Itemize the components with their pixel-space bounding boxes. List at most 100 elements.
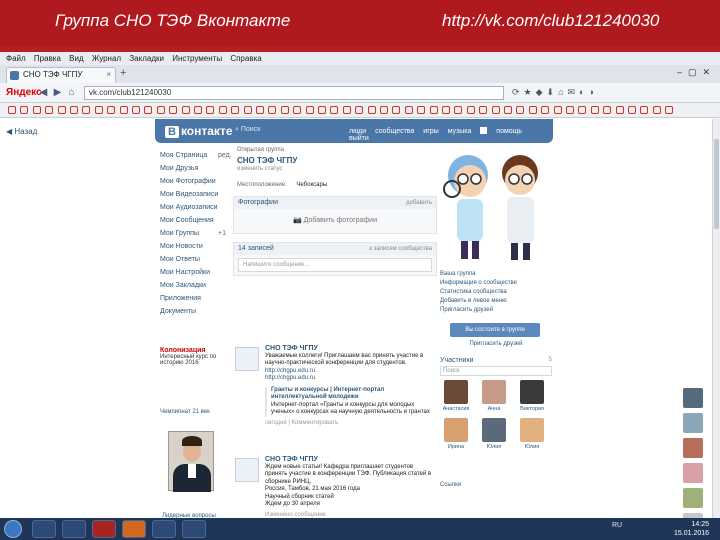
menu-tools[interactable]: Инструменты: [172, 52, 222, 65]
bookmark-icon[interactable]: [628, 106, 636, 114]
window-controls[interactable]: –▢✕: [677, 67, 716, 78]
member-avatar[interactable]: [520, 418, 544, 442]
close-tab-icon[interactable]: ×: [106, 68, 111, 82]
member-name[interactable]: Анастасия: [441, 406, 471, 412]
member-avatar[interactable]: [444, 380, 468, 404]
right-link[interactable]: Статистика сообщества: [440, 288, 552, 297]
photos-title[interactable]: Фотографии: [238, 199, 278, 206]
menu-edit[interactable]: Правка: [34, 52, 61, 65]
left-menu-item[interactable]: Мои Закладки: [160, 279, 230, 292]
member-name[interactable]: Юлия: [517, 444, 547, 450]
menu-file[interactable]: Файл: [6, 52, 26, 65]
member-search-input[interactable]: Поиск: [440, 366, 552, 376]
bookmark-icon[interactable]: [206, 106, 215, 114]
bookmark-icon[interactable]: [32, 106, 41, 114]
left-menu-item[interactable]: Мои Группы +1: [160, 227, 230, 240]
left-menu-item[interactable]: Мои Фотографии: [160, 175, 230, 188]
left-menu-item[interactable]: Мои Ответы: [160, 253, 230, 266]
explorer-icon[interactable]: [32, 520, 56, 538]
bookmark-icon[interactable]: [318, 106, 326, 114]
firefox-icon[interactable]: [122, 520, 146, 538]
left-menu-item[interactable]: Мои Видеозаписи: [160, 188, 230, 201]
toolbar-icons[interactable]: ⟳★◆⬇⌂✉◐◑: [512, 87, 598, 98]
bookmark-icon[interactable]: [615, 106, 624, 114]
bookmark-icon[interactable]: [256, 106, 264, 114]
bookmark-icon[interactable]: [132, 106, 140, 114]
forward-arrow-icon[interactable]: ▶: [52, 87, 63, 98]
add-photos-button[interactable]: 📷 Добавить фотографии: [234, 209, 436, 233]
bookmark-icon[interactable]: [181, 106, 190, 114]
wall-title[interactable]: 14 записей: [238, 245, 274, 252]
nav-help[interactable]: помощь: [496, 128, 522, 135]
member-name[interactable]: Юлия: [479, 444, 509, 450]
left-menu-item[interactable]: Мои Настройки: [160, 266, 230, 279]
group-status[interactable]: изменить статус: [237, 166, 437, 172]
bookmark-icon[interactable]: [479, 106, 488, 114]
side-thumb[interactable]: [683, 463, 703, 483]
bookmark-icon[interactable]: [293, 106, 302, 114]
info-value[interactable]: Чебоксары: [296, 182, 327, 188]
links-section-title[interactable]: Ссылки: [440, 482, 552, 488]
tray-language[interactable]: RU: [612, 522, 622, 529]
ad-portrait-image[interactable]: [168, 431, 214, 492]
player-icon[interactable]: [480, 127, 488, 134]
chrome-icon[interactable]: [152, 520, 176, 538]
side-thumb[interactable]: [683, 488, 703, 508]
bookmark-icon[interactable]: [380, 106, 388, 114]
browser-tab[interactable]: СНО ТЭФ ЧГПУ ×: [6, 67, 116, 83]
right-link[interactable]: Ваша группа: [440, 270, 552, 279]
bookmark-icon[interactable]: [652, 106, 661, 114]
member-name[interactable]: Ирина: [441, 444, 471, 450]
bookmark-icon[interactable]: [107, 106, 116, 114]
group-avatar-icon[interactable]: [235, 458, 259, 482]
left-menu-item[interactable]: Приложения: [160, 292, 230, 305]
tray-clock[interactable]: 14:25 15.01.2016: [674, 520, 709, 538]
post-link[interactable]: http://chgpu.edu.ru: [265, 375, 435, 383]
vk-ad-block-2[interactable]: Чемпионат 21 век: [160, 409, 220, 415]
left-menu-item[interactable]: Документы: [160, 305, 230, 318]
bookmark-icon[interactable]: [392, 106, 401, 114]
bookmark-icon[interactable]: [404, 106, 413, 114]
left-menu-item[interactable]: Мои Сообщения: [160, 214, 230, 227]
new-tab-icon[interactable]: +: [120, 67, 126, 79]
wall-right-link[interactable]: к записям сообщества: [369, 243, 432, 255]
powerpoint-icon[interactable]: [182, 520, 206, 538]
bookmark-icon[interactable]: [466, 106, 475, 114]
post-author[interactable]: СНО ТЭФ ЧГПУ: [265, 345, 435, 353]
bookmark-icon[interactable]: [94, 106, 103, 114]
post-author[interactable]: СНО ТЭФ ЧГПУ: [265, 456, 435, 464]
bookmark-icon[interactable]: [417, 106, 426, 114]
bookmark-icon[interactable]: [194, 106, 202, 114]
nav-people[interactable]: люди: [349, 128, 366, 135]
yandex-logo[interactable]: Яндекс: [6, 87, 42, 98]
left-menu-item[interactable]: Моя Страница ред.: [160, 149, 232, 162]
member-name[interactable]: Анна: [479, 406, 509, 412]
bookmark-icon[interactable]: [82, 106, 91, 114]
bookmark-icon[interactable]: [553, 106, 562, 114]
bookmark-icon[interactable]: [8, 106, 16, 114]
repost-title[interactable]: Гранты и конкурсы | Интернет-портал инте…: [271, 387, 435, 402]
menu-view[interactable]: Вид: [69, 52, 83, 65]
media-player-icon[interactable]: [62, 520, 86, 538]
right-link[interactable]: Пригласить друзей: [440, 306, 552, 315]
home-icon[interactable]: ⌂: [66, 87, 77, 98]
bookmark-icon[interactable]: [57, 106, 66, 114]
bookmark-icon[interactable]: [330, 106, 339, 114]
bookmark-icon[interactable]: [504, 106, 512, 114]
bookmark-icon[interactable]: [578, 106, 587, 114]
nav-music[interactable]: музыка: [448, 128, 472, 135]
bookmark-icon[interactable]: [20, 106, 29, 114]
bookmark-icon[interactable]: [640, 106, 649, 114]
nav-logout[interactable]: выйти: [349, 135, 369, 142]
bookmark-icon[interactable]: [156, 106, 165, 114]
back-arrow-icon[interactable]: ◀: [38, 87, 49, 98]
bookmark-icon[interactable]: [590, 106, 599, 114]
member-avatar[interactable]: [520, 380, 544, 404]
bookmark-icon[interactable]: [231, 106, 240, 114]
bookmark-icon[interactable]: [442, 106, 450, 114]
back-link[interactable]: ◀ Назад: [6, 127, 37, 136]
nav-games[interactable]: игры: [423, 128, 438, 135]
bookmark-icon[interactable]: [218, 106, 227, 114]
bookmark-icon[interactable]: [144, 106, 153, 114]
bookmark-icon[interactable]: [169, 106, 178, 114]
